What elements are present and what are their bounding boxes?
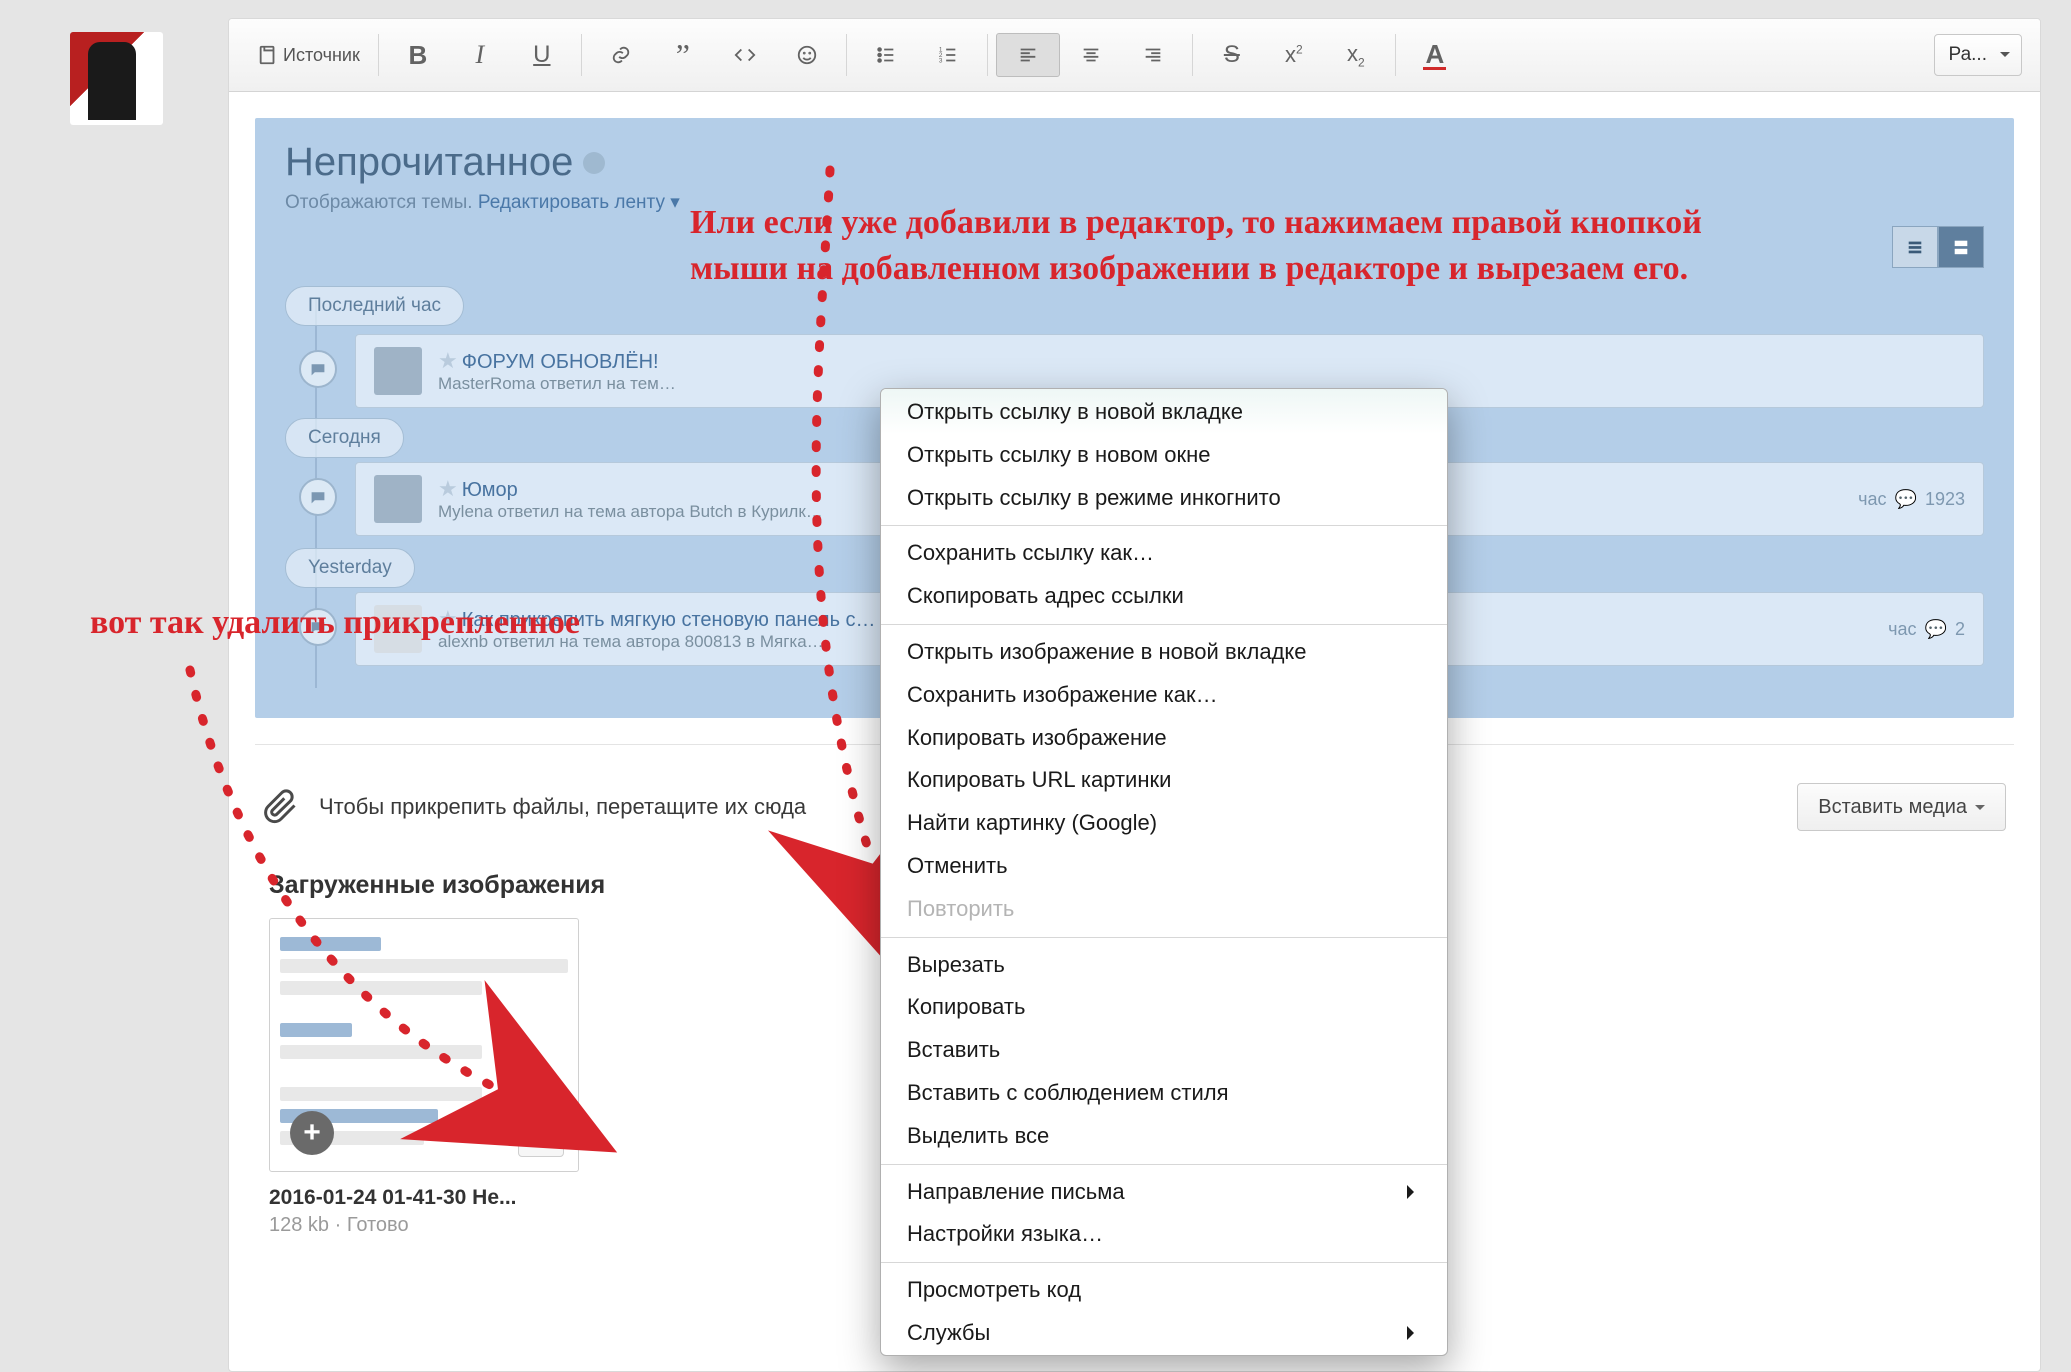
attachment-filename: 2016-01-24 01-41-30 Не... — [269, 1186, 579, 1210]
view-toggle — [1892, 226, 1984, 268]
avatar — [374, 605, 422, 653]
underline-button[interactable]: U — [511, 34, 573, 76]
context-menu-item[interactable]: Открыть изображение в новой вкладке — [881, 631, 1447, 674]
comments-icon: 💬 — [1895, 489, 1917, 510]
context-menu-item[interactable]: Вставить — [881, 1029, 1447, 1072]
context-menu-item[interactable]: Копировать — [881, 986, 1447, 1029]
context-menu-item[interactable]: Просмотреть код — [881, 1269, 1447, 1312]
context-menu-item[interactable]: Вставить с соблюдением стиля — [881, 1072, 1447, 1115]
check-icon — [583, 152, 605, 174]
avatar[interactable] — [70, 32, 163, 125]
edit-feed-link[interactable]: Редактировать ленту ▾ — [478, 192, 680, 213]
context-menu-item[interactable]: Открыть ссылку в режиме инкогнито — [881, 477, 1447, 520]
context-menu-item[interactable]: Сохранить изображение как… — [881, 674, 1447, 717]
pill-last-hour: Последний час — [285, 286, 464, 326]
timeline-node-icon — [299, 608, 337, 646]
source-button[interactable]: Источник — [247, 34, 370, 76]
italic-button[interactable]: I — [449, 34, 511, 76]
forum-subtitle: Отображаются темы. Редактировать ленту ▾ — [285, 191, 1984, 214]
align-right-button[interactable] — [1122, 34, 1184, 76]
insert-attachment-button[interactable]: + — [290, 1111, 334, 1155]
bold-button[interactable]: B — [387, 34, 449, 76]
timeline-node-icon — [299, 350, 337, 388]
attach-hint: Чтобы прикрепить файлы, перетащите их сю… — [319, 794, 806, 820]
context-menu-item[interactable]: Скопировать адрес ссылки — [881, 575, 1447, 618]
context-menu-item[interactable]: Открыть ссылку в новом окне — [881, 434, 1447, 477]
forum-title: Непрочитанное — [285, 140, 1984, 185]
context-menu-item[interactable]: Вырезать — [881, 944, 1447, 987]
context-menu: Открыть ссылку в новой вкладкеОткрыть сс… — [880, 388, 1448, 1356]
svg-text:3: 3 — [939, 57, 943, 64]
link-button[interactable] — [590, 34, 652, 76]
context-menu-item[interactable]: Открыть ссылку в новой вкладке — [881, 389, 1447, 434]
insert-media-button[interactable]: Вставить медиа — [1797, 783, 2006, 831]
paperclip-icon — [263, 789, 299, 825]
superscript-button[interactable]: x2 — [1263, 34, 1325, 76]
avatar — [374, 347, 422, 395]
pill-yesterday: Yesterday — [285, 548, 415, 588]
context-menu-item[interactable]: Настройки языка… — [881, 1213, 1447, 1256]
attachment-thumbnail[interactable]: + 2016-01-24 01-41-30 Не... 128 kb · Гот… — [269, 918, 579, 1237]
context-menu-item: Повторить — [881, 888, 1447, 931]
context-menu-item[interactable]: Сохранить ссылку как… — [881, 532, 1447, 575]
context-menu-item[interactable]: Найти картинку (Google) — [881, 802, 1447, 845]
context-menu-item[interactable]: Отменить — [881, 845, 1447, 888]
delete-attachment-button[interactable] — [518, 1111, 564, 1157]
comments-icon: 💬 — [1925, 619, 1947, 640]
avatar — [374, 475, 422, 523]
context-menu-item[interactable]: Копировать изображение — [881, 717, 1447, 760]
attachment-meta: 128 kb · Готово — [269, 1214, 579, 1237]
context-menu-item[interactable]: Службы — [881, 1312, 1447, 1355]
timeline-node-icon — [299, 478, 337, 516]
numbered-list-button[interactable]: 123 — [917, 34, 979, 76]
emoji-button[interactable] — [776, 34, 838, 76]
context-menu-item[interactable]: Копировать URL картинки — [881, 759, 1447, 802]
context-menu-item[interactable]: Выделить все — [881, 1115, 1447, 1158]
subscript-button[interactable]: x2 — [1325, 34, 1387, 76]
view-condensed-button[interactable] — [1892, 226, 1938, 268]
align-left-button[interactable] — [996, 33, 1060, 77]
code-button[interactable] — [714, 34, 776, 76]
context-menu-item[interactable]: Направление письма — [881, 1171, 1447, 1214]
font-selector[interactable]: Ра... — [1934, 34, 2022, 76]
strike-button[interactable]: S — [1201, 34, 1263, 76]
text-color-button[interactable]: A — [1404, 34, 1466, 76]
source-label: Источник — [283, 45, 360, 66]
align-center-button[interactable] — [1060, 34, 1122, 76]
editor-toolbar: Источник B I U ” 123 S x2 x2 A Ра... — [229, 19, 2040, 92]
view-expanded-button[interactable] — [1938, 226, 1984, 268]
pill-today: Сегодня — [285, 418, 404, 458]
bullet-list-button[interactable] — [855, 34, 917, 76]
quote-button[interactable]: ” — [652, 34, 714, 76]
